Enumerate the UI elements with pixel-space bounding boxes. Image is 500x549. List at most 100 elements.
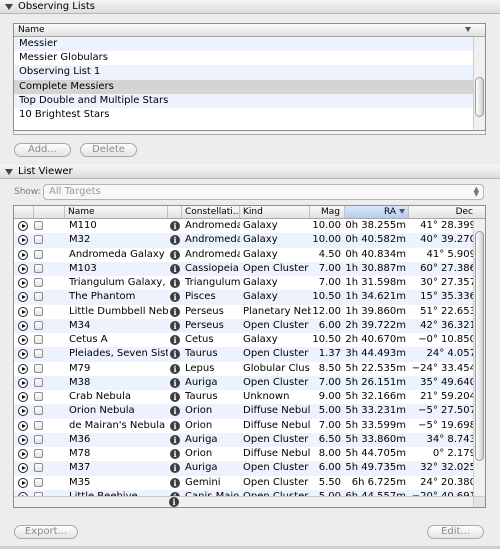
info-icon[interactable]: i xyxy=(170,406,180,417)
info-icon[interactable]: i xyxy=(170,263,180,274)
column-header-play[interactable] xyxy=(14,206,34,218)
table-row[interactable]: Andromeda Galaxy i Andromeda Galaxy 4.50 0h 4… xyxy=(14,248,476,262)
edit-button[interactable]: Edit... xyxy=(427,525,484,539)
row-checkbox[interactable] xyxy=(34,335,43,344)
row-checkbox[interactable] xyxy=(34,449,43,458)
export-button[interactable]: Export... xyxy=(14,525,78,539)
table-row[interactable]: M38 i Auriga Open Cluster 7.00 5h 26.151m 35° … xyxy=(14,375,476,390)
play-icon[interactable] xyxy=(18,249,28,260)
table-row[interactable]: M79 i Lepus Globular Clus... 8.50 5h 22.535m−… xyxy=(14,362,476,376)
column-header-check[interactable] xyxy=(34,206,65,218)
column-header-kind[interactable]: Kind xyxy=(240,206,310,218)
play-icon[interactable] xyxy=(18,235,28,246)
table-row[interactable]: The Phantom i Pisces Galaxy 10.50 1h 34.621m 1… xyxy=(14,290,476,305)
column-header-info[interactable] xyxy=(168,206,182,218)
play-icon[interactable] xyxy=(18,292,28,303)
row-checkbox[interactable] xyxy=(34,406,43,416)
row-checkbox[interactable] xyxy=(34,235,43,245)
row-checkbox[interactable] xyxy=(34,320,43,330)
column-header-dec[interactable]: Dec xyxy=(409,206,485,218)
row-checkbox[interactable] xyxy=(34,392,43,401)
lists-scroll-thumb[interactable] xyxy=(475,77,484,117)
column-header-constellation[interactable]: Constellati... xyxy=(182,206,240,218)
play-icon[interactable] xyxy=(18,434,28,445)
play-icon[interactable] xyxy=(18,420,28,431)
table-row[interactable]: Little Dumbbell Neb... i Perseus Planetary … xyxy=(14,305,476,319)
targets-horizontal-scrollbar[interactable]: i xyxy=(14,496,475,507)
play-icon[interactable] xyxy=(18,392,28,402)
table-row[interactable]: Pleiades, Seven Sistersi Taurus Open Clust… xyxy=(14,347,476,362)
row-checkbox[interactable] xyxy=(34,420,43,430)
info-icon[interactable]: i xyxy=(170,392,180,402)
list-item[interactable]: Top Double and Multiple Stars xyxy=(14,93,474,108)
table-row[interactable]: Triangulum Galaxy, ... i Triangulum Galaxy 7… xyxy=(14,276,476,290)
play-icon[interactable] xyxy=(18,349,28,360)
row-checkbox[interactable] xyxy=(34,463,43,473)
table-row[interactable]: M36 i Auriga Open Cluster 6.50 5h 33.860m 34° … xyxy=(14,432,476,447)
lists-name-column-header[interactable]: Name xyxy=(14,24,485,37)
row-checkbox[interactable] xyxy=(34,434,43,444)
row-checkbox[interactable] xyxy=(34,292,43,302)
info-icon[interactable]: i xyxy=(170,335,180,345)
row-checkbox[interactable] xyxy=(34,263,43,273)
targets-table[interactable]: Name Constellati... Kind Mag RA Dec M110… xyxy=(13,205,486,508)
row-checkbox[interactable] xyxy=(34,363,43,373)
info-icon[interactable]: i xyxy=(170,349,180,360)
info-icon[interactable]: i xyxy=(170,306,180,317)
info-icon[interactable]: i xyxy=(170,420,180,431)
list-item[interactable]: Messier Globulars xyxy=(14,51,474,65)
info-icon[interactable]: i xyxy=(170,278,180,288)
info-icon[interactable]: i xyxy=(170,292,180,303)
list-item[interactable]: Observing List 1 xyxy=(14,65,474,80)
table-row[interactable]: M78 i Orion Diffuse Nebula 8.00 5h 44.705m 0° … xyxy=(14,447,476,461)
targets-vertical-scroll-thumb[interactable] xyxy=(475,231,484,461)
play-icon[interactable] xyxy=(18,377,28,388)
table-row[interactable]: M37 i Auriga Open Cluster 6.00 5h 49.735m 32° … xyxy=(14,461,476,476)
row-checkbox[interactable] xyxy=(34,249,43,259)
lists-scrollbar[interactable] xyxy=(473,37,485,130)
add-button[interactable]: Add... xyxy=(14,143,71,157)
play-icon[interactable] xyxy=(18,363,28,374)
list-item-selected[interactable]: Complete Messiers xyxy=(14,79,474,94)
play-icon[interactable] xyxy=(18,406,28,417)
info-icon[interactable]: i xyxy=(170,221,180,231)
table-row[interactable]: de Mairan's Nebula i Orion Diffuse Nebula 7.… xyxy=(14,419,476,433)
disclosure-triangle-icon[interactable] xyxy=(5,3,13,10)
table-row[interactable]: Cetus A i Cetus Galaxy 10.50 2h 40.670m −0° 10… xyxy=(14,333,476,347)
row-checkbox[interactable] xyxy=(34,377,43,387)
row-checkbox[interactable] xyxy=(34,477,43,487)
info-icon[interactable]: i xyxy=(170,235,180,246)
play-icon[interactable] xyxy=(18,463,28,474)
table-row[interactable]: M32 i Andromeda Galaxy 10.00 0h 40.582m 40° 39… xyxy=(14,233,476,248)
column-header-name[interactable]: Name xyxy=(65,206,168,218)
observing-lists-header[interactable]: Observing Lists xyxy=(0,0,500,14)
info-icon[interactable]: i xyxy=(170,477,180,488)
play-icon[interactable] xyxy=(18,306,28,317)
table-row[interactable]: M35 i Gemini Open Cluster 5.50 6h 6.725m 24° 2… xyxy=(14,476,476,490)
list-item[interactable]: Messier xyxy=(14,37,474,52)
play-icon[interactable] xyxy=(18,221,28,231)
observing-lists-table[interactable]: Name Messier Messier Globulars Observing… xyxy=(13,23,486,131)
play-icon[interactable] xyxy=(18,320,28,331)
info-icon[interactable]: i xyxy=(170,249,180,260)
table-row[interactable]: M110 i Andromeda Galaxy 10.00 0h 38.255m 41° 2… xyxy=(14,219,476,233)
delete-button[interactable]: Delete xyxy=(80,143,137,157)
list-item[interactable]: 10 Brightest Stars xyxy=(14,108,474,122)
info-icon[interactable]: i xyxy=(170,434,180,445)
info-icon[interactable]: i xyxy=(170,363,180,374)
list-viewer-header[interactable]: List Viewer xyxy=(0,165,500,179)
info-icon[interactable]: i xyxy=(170,463,180,474)
info-icon[interactable]: i xyxy=(170,320,180,331)
table-row[interactable]: M103 i Cassiopeia Open Cluster 7.00 1h 30.887… xyxy=(14,261,476,276)
show-filter-select[interactable]: All Targets ▲ ▼ xyxy=(43,184,484,200)
play-icon[interactable] xyxy=(18,278,28,288)
row-checkbox[interactable] xyxy=(34,278,43,287)
info-icon[interactable]: i xyxy=(170,449,180,459)
column-header-ra[interactable]: RA xyxy=(345,206,409,218)
play-icon[interactable] xyxy=(18,263,28,274)
play-icon[interactable] xyxy=(18,449,28,459)
row-checkbox[interactable] xyxy=(34,221,43,230)
column-header-mag[interactable]: Mag xyxy=(310,206,345,218)
table-row[interactable]: Orion Nebula i Orion Diffuse Nebula 5.00 5h 3… xyxy=(14,404,476,419)
row-checkbox[interactable] xyxy=(34,349,43,359)
